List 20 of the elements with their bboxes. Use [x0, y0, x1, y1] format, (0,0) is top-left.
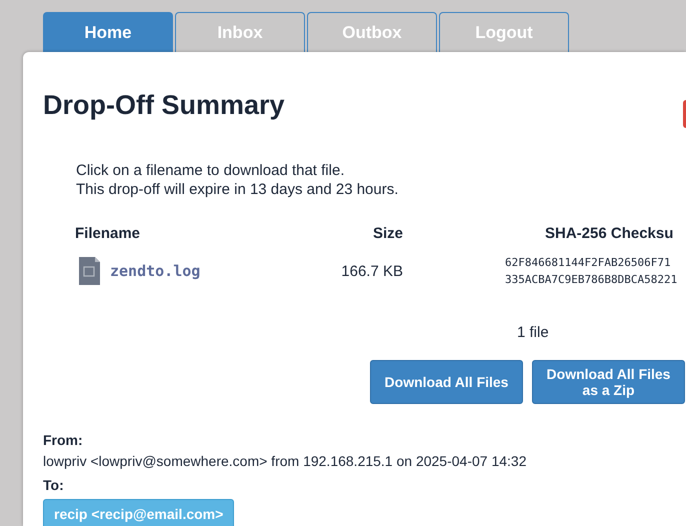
- column-header: SHA-256 Checksu: [544, 225, 674, 242]
- instruction-text: Click on a filename to download that file.: [76, 161, 344, 180]
- checksum-text: 335ACBA7C9EB786B8DBCA58221: [505, 272, 678, 288]
- checksum-text: 62F846681144F2FAB26506F71: [505, 255, 671, 271]
- column-header: Size: [372, 225, 403, 242]
- instruction-text: This drop-off will expire in 13 days and 23 hours.: [76, 180, 398, 199]
- file-count: 1 file: [517, 324, 549, 341]
- recipient-tag: recip <recip@email.com>: [43, 499, 234, 526]
- from-label: From:: [43, 432, 83, 448]
- file-size: 166.7 KB: [340, 262, 403, 280]
- page-title: Drop-Off Summary: [43, 89, 285, 121]
- download-button[interactable]: Download All Files as a Zip: [532, 360, 685, 404]
- nav-tab[interactable]: Home: [43, 12, 173, 52]
- to-label: To:: [43, 477, 64, 493]
- file-icon: [79, 257, 100, 285]
- download-button[interactable]: Download All Files: [370, 360, 523, 404]
- sender-text: lowpriv <lowpriv@somewhere.com> from 192.168.215.1 on 2025-04-07 14:32: [43, 453, 526, 469]
- edge-button[interactable]: [683, 100, 686, 128]
- filename-link[interactable]: zendto.log: [110, 262, 200, 280]
- column-header: Filename: [75, 225, 142, 242]
